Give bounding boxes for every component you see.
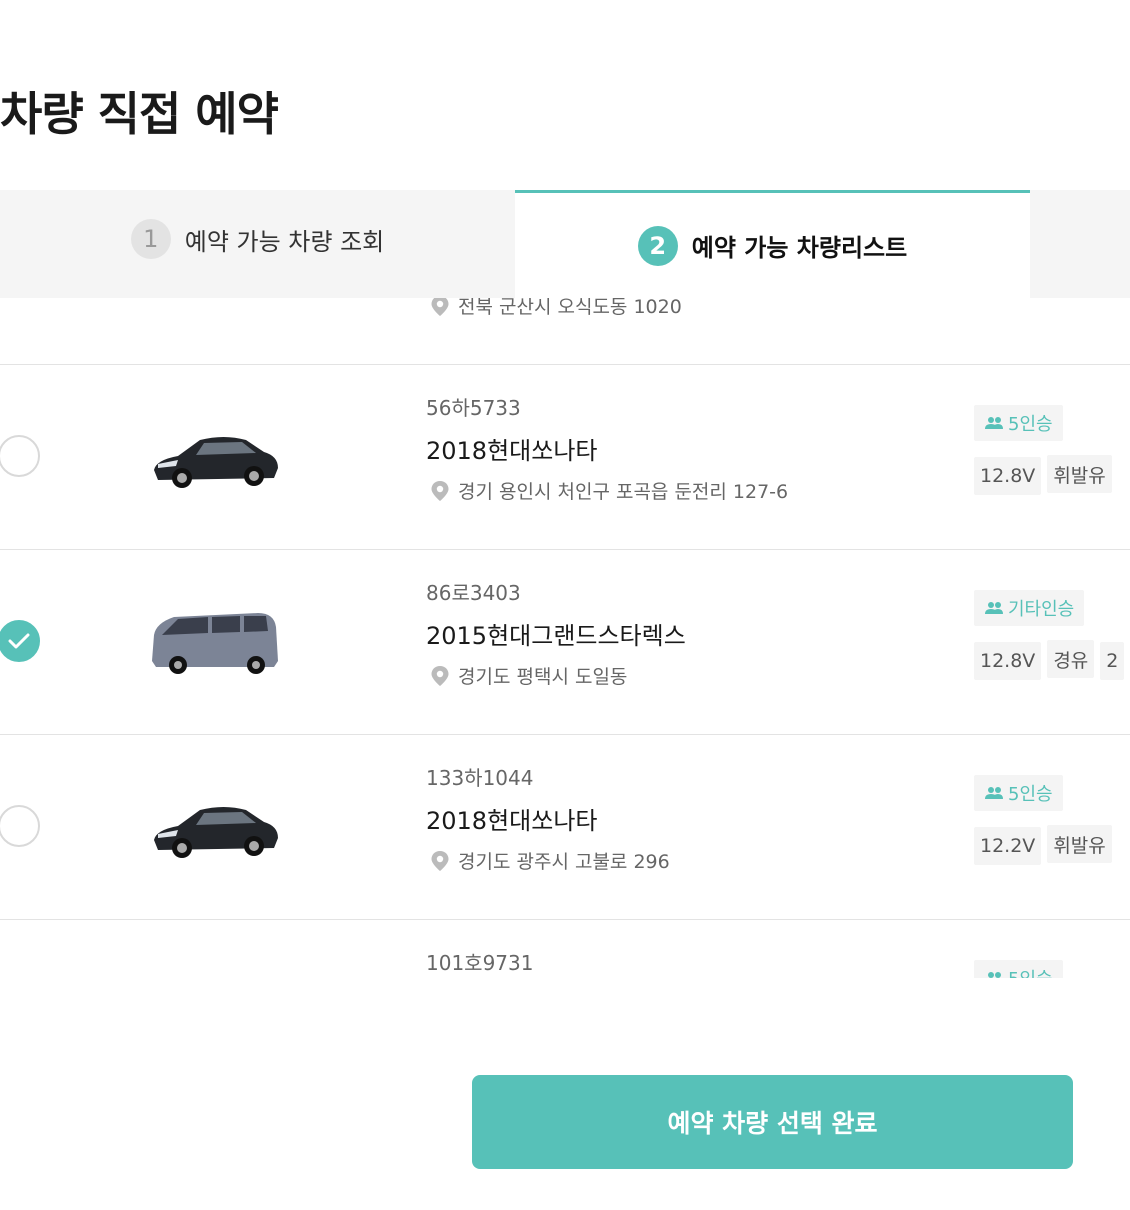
location-pin-icon <box>431 665 449 686</box>
vehicle-model: 2018현대쏘나타 <box>426 437 598 465</box>
check-icon <box>8 633 30 649</box>
spec-tag: 경유 <box>1047 640 1095 678</box>
location-pin-icon <box>431 480 449 501</box>
spec-tag: 2 <box>1100 641 1125 680</box>
vehicle-row[interactable]: 86로3403 2015현대그랜드스타렉스 경기도 평택시 도일동 기타인승 1… <box>0 550 1130 735</box>
step-number: 1 <box>130 219 171 259</box>
step-tabs: 1 예약 가능 차량 조회 2 예약 가능 차량리스트 <box>0 190 1130 298</box>
tab-label: 예약 가능 차량 조회 <box>184 227 385 256</box>
tab-step-1[interactable]: 1 예약 가능 차량 조회 <box>0 190 515 298</box>
location-pin-icon <box>431 298 449 316</box>
people-icon <box>985 602 1003 614</box>
seat-badge: 5인승 <box>974 775 1063 811</box>
vehicle-list: 전북 군산시 오식도동 1020 56하5733 2018현대쏘나타 경기 용인… <box>0 298 1130 978</box>
vehicle-select-radio[interactable] <box>0 435 40 477</box>
people-icon <box>988 972 1001 978</box>
sedan-car-image <box>154 807 278 858</box>
vehicle-model: 2018현대쏘나타 <box>426 807 598 835</box>
vehicle-address: 전북 군산시 오식도동 1020 <box>430 298 682 319</box>
location-pin-icon <box>431 850 449 871</box>
tab-step-2[interactable]: 2 예약 가능 차량리스트 <box>515 190 1030 298</box>
vehicle-plate: 101호9731 <box>426 951 534 975</box>
vehicle-row[interactable]: 전북 군산시 오식도동 1020 <box>0 298 1130 365</box>
vehicle-address: 경기도 평택시 도일동 <box>430 662 627 689</box>
van-image <box>152 613 278 674</box>
seat-badge: 5인승 <box>974 960 1063 978</box>
vehicle-model: 2015현대그랜드스타렉스 <box>426 622 686 650</box>
tab-label: 예약 가능 차량리스트 <box>691 234 908 262</box>
page-title: 차량 직접 예약 <box>0 87 279 141</box>
spec-tag: 12.8V <box>974 456 1042 495</box>
vehicle-plate: 133하1044 <box>426 766 534 790</box>
sedan-car-image <box>148 298 282 310</box>
seat-badge: 5인승 <box>974 405 1063 441</box>
vehicle-row[interactable]: 101호9731 5인승 <box>0 920 1130 978</box>
spec-tag: 휘발유 <box>1047 455 1112 493</box>
seat-badge: 기타인승 <box>974 590 1085 626</box>
spec-tag: 휘발유 <box>1047 825 1112 863</box>
vehicle-row[interactable]: 133하1044 2018현대쏘나타 경기도 광주시 고불로 296 5인승 1… <box>0 735 1130 920</box>
vehicle-select-radio[interactable] <box>0 805 40 847</box>
people-icon <box>985 787 1003 799</box>
vehicle-address: 경기도 광주시 고불로 296 <box>430 847 670 874</box>
confirm-selection-button[interactable]: 예약 차량 선택 완료 <box>472 1075 1073 1169</box>
vehicle-select-radio[interactable] <box>0 620 40 662</box>
vehicle-plate: 56하5733 <box>426 396 521 420</box>
vehicle-address: 경기 용인시 처인구 포곡읍 둔전리 127-6 <box>430 477 788 504</box>
vehicle-row[interactable]: 56하5733 2018현대쏘나타 경기 용인시 처인구 포곡읍 둔전리 127… <box>0 365 1130 550</box>
spec-tag: 12.8V <box>974 641 1042 680</box>
vehicle-plate: 86로3403 <box>426 581 521 605</box>
sedan-car-image <box>154 437 278 488</box>
people-icon <box>985 417 1003 429</box>
spec-tag: 12.2V <box>974 826 1042 865</box>
step-number: 2 <box>637 225 678 266</box>
